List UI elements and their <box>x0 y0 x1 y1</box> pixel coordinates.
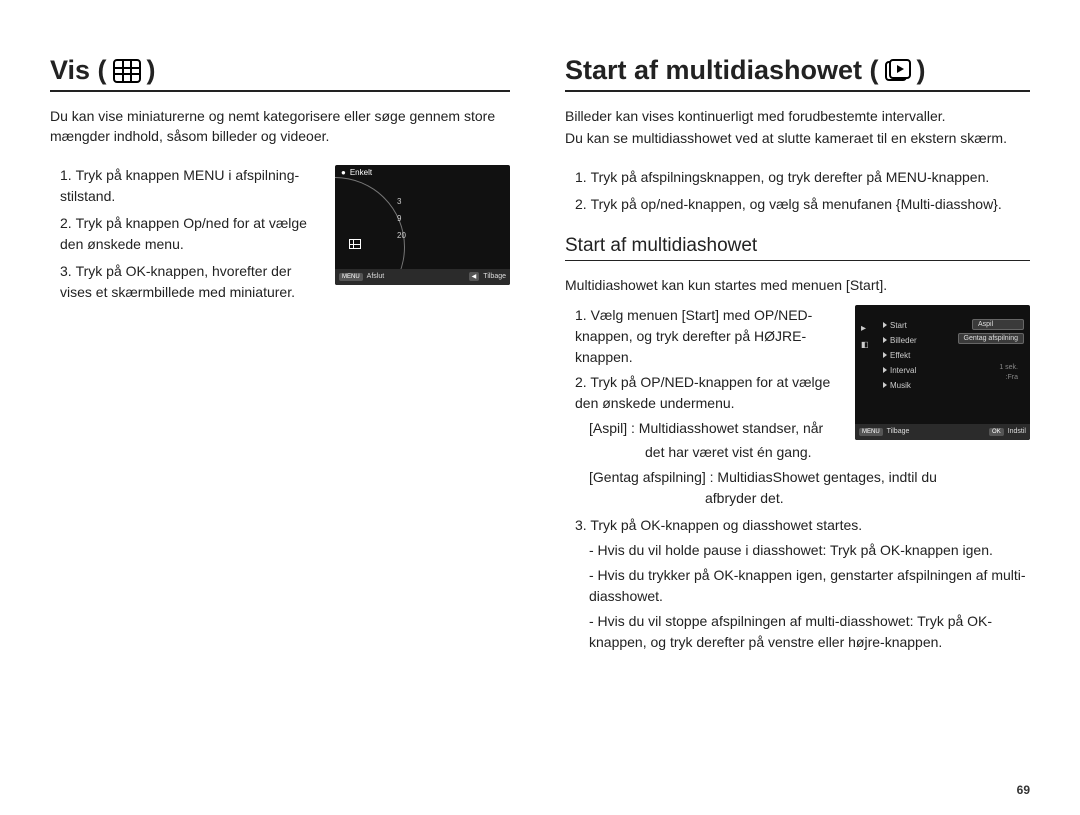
screenshot-bottom-bar: MENU Afslut ◀ Tilbage <box>335 269 510 285</box>
heading-multidias-close: ) <box>917 55 926 86</box>
camera-screenshot-vis: ● Enkelt 3 9 20 MENU Afslut ◀ Tilbage <box>335 165 510 285</box>
grid-small-icon <box>349 239 361 249</box>
menu-btn-icon-2: MENU <box>859 428 883 436</box>
aspil-line2: det har været vist én gang. <box>575 442 1030 463</box>
left-content-row: Tryk på knappen MENU i afspilning-stilst… <box>50 165 510 309</box>
heading-vis-close: ) <box>147 55 156 86</box>
intro-left: Du kan vise miniaturerne og nemt kategor… <box>50 106 510 147</box>
sub-intro: Multidiashowet kan kun startes med menue… <box>565 275 1030 295</box>
step1: 1. Vælg menuen [Start] med OP/NED-knappe… <box>575 305 837 368</box>
ok-btn-icon: OK <box>989 428 1004 436</box>
left-column: Vis ( ) Du kan vise miniaturerne og nemt… <box>50 55 510 785</box>
right-body-top: 1. Vælg menuen [Start] med OP/NED-knappe… <box>565 305 837 439</box>
tilbage-label-2: Tilbage <box>887 428 910 435</box>
grid-icon <box>113 59 141 83</box>
pill-gentag: Gentag afspilning <box>958 333 1024 344</box>
menu-list: Start Billeder Effekt Interval Musik <box>883 321 917 390</box>
afslut-label: Afslut <box>367 273 385 280</box>
indstil-label: Indstil <box>1008 428 1026 435</box>
page-number: 69 <box>1017 783 1030 797</box>
gentag-line1: [Gentag afspilning] : MultidiasShowet ge… <box>575 467 1030 488</box>
val-interval: 1 sek. <box>999 364 1024 371</box>
menu-start: Start <box>883 321 917 330</box>
intro-right-1: Billeder kan vises kontinuerligt med for… <box>565 106 1030 126</box>
step3-b2: - Hvis du trykker på OK-knappen igen, ge… <box>575 565 1030 607</box>
left-step-1: Tryk på knappen MENU i afspilning-stilst… <box>60 165 317 207</box>
square-icon: ◧ <box>861 340 869 349</box>
right-pre-steps: Tryk på afspilningsknappen, og tryk dere… <box>565 167 1030 215</box>
right-content-row: 1. Vælg menuen [Start] med OP/NED-knappe… <box>565 305 1030 440</box>
gentag-line2: afbryder det. <box>575 488 1030 509</box>
pre-step-2: Tryk på op/ned-knappen, og vælg så menuf… <box>575 194 1030 215</box>
right-column: Start af multidiashowet ( ) Billeder kan… <box>565 55 1030 785</box>
step3: 3. Tryk på OK-knappen og diasshowet star… <box>575 515 1030 536</box>
back-btn-icon: ◀ <box>469 272 480 281</box>
menu-btn-icon: MENU <box>339 273 363 281</box>
screenshot-top-label: ● Enkelt <box>341 168 372 177</box>
camera-screenshot-slideshow: ▸ ◧ Start Billeder Effekt Interval Musik… <box>855 305 1030 440</box>
menu-musik: Musik <box>883 381 917 390</box>
aspil-line1: [Aspil] : Multidiasshowet standser, når <box>575 418 837 439</box>
pre-step-1: Tryk på afspilningsknappen, og tryk dere… <box>575 167 1030 188</box>
left-step-2: Tryk på knappen Op/ned for at vælge den … <box>60 213 317 255</box>
heading-multidias: Start af multidiashowet ( ) <box>565 55 1030 92</box>
heading-multidias-text: Start af multidiashowet ( <box>565 55 879 86</box>
heading-vis-text: Vis ( <box>50 55 107 86</box>
menu-effekt: Effekt <box>883 351 917 360</box>
heading-vis: Vis ( ) <box>50 55 510 92</box>
subtitle: Start af multidiashowet <box>565 235 1030 261</box>
pill-aspil: Aspil <box>972 319 1024 330</box>
tilbage-label: Tilbage <box>483 273 506 280</box>
step3-b3: - Hvis du vil stoppe afspilningen af mul… <box>575 611 1030 653</box>
intro-right-2: Du kan se multidiasshowet ved at slutte … <box>565 128 1030 148</box>
dot-icon: ● <box>341 168 346 177</box>
step2: 2. Tryk på OP/NED-knappen for at vælge d… <box>575 372 837 414</box>
menu-billeder: Billeder <box>883 336 917 345</box>
screenshot2-bottom-bar: MENU Tilbage OK Indstil <box>855 424 1030 440</box>
step3-b1: - Hvis du vil holde pause i diasshowet: … <box>575 540 1030 561</box>
play-small-icon: ▸ <box>861 323 869 334</box>
arc-values: 3 9 20 <box>397 197 406 240</box>
right-body-bottom: det har været vist én gang. [Gentag afsp… <box>565 442 1030 653</box>
menu-interval: Interval <box>883 366 917 375</box>
menu-right-values: Aspil Gentag afspilning 1 sek. :Fra <box>958 319 1024 381</box>
val-musik: :Fra <box>1006 374 1024 381</box>
left-steps: Tryk på knappen MENU i afspilning-stilst… <box>50 165 317 309</box>
left-icon-strip: ▸ ◧ <box>861 323 869 349</box>
slideshow-icon <box>885 59 911 83</box>
left-step-3: Tryk på OK-knappen, hvorefter der vises … <box>60 261 317 303</box>
